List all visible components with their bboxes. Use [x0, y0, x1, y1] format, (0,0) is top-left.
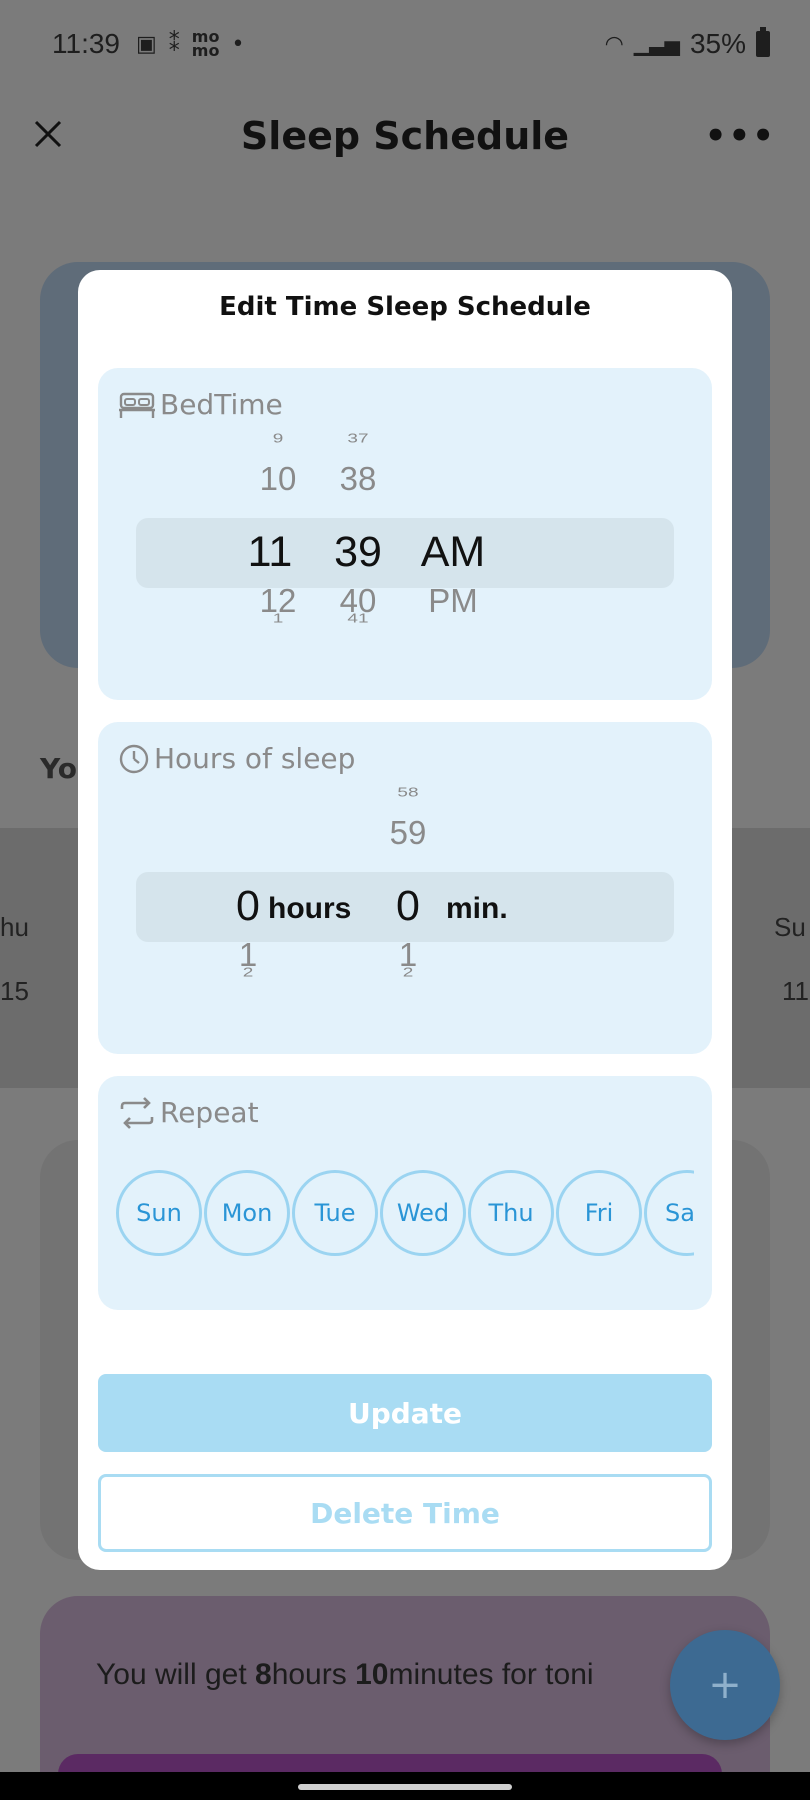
- wheel-value: 59: [389, 814, 427, 851]
- delete-time-button[interactable]: Delete Time: [98, 1474, 712, 1552]
- hours-of-sleep-panel: Hours of sleep 0 hours 1 2 58 59 0 min. …: [98, 722, 712, 1054]
- day-date-right: 11: [782, 976, 809, 1006]
- status-right: ◠ ▁▃▅ 35%: [604, 27, 770, 60]
- day-label-left: hu: [0, 912, 29, 942]
- status-time: 11:39: [52, 28, 120, 59]
- app-header: Sleep Schedule •••: [0, 96, 810, 186]
- section-label: Yo: [40, 752, 77, 785]
- more-options-icon[interactable]: •••: [705, 116, 776, 156]
- repeat-day-row: Sun Mon Tue Wed Thu Fri Sa: [116, 1166, 694, 1260]
- day-date-left: 15: [0, 976, 29, 1006]
- selected-hour: 11: [247, 528, 293, 576]
- selected-minute: 39: [334, 528, 382, 576]
- bedtime-panel: BedTime 9 10 11 12 1 37 38 39 40 41 AM P…: [98, 368, 712, 700]
- wheel-value: 1: [272, 611, 284, 626]
- home-handle[interactable]: [298, 1784, 512, 1790]
- wheel-value: 38: [339, 460, 377, 497]
- wheel-value: 2: [402, 965, 414, 980]
- wheel-value: PM: [428, 582, 478, 619]
- day-chip-fri[interactable]: Fri: [556, 1170, 642, 1256]
- navigation-bar: [0, 1772, 810, 1800]
- dot-icon: •: [231, 31, 245, 57]
- signal-icon: ▁▃▅: [633, 33, 680, 56]
- page-title: Sleep Schedule: [240, 114, 570, 158]
- bed-icon: [119, 392, 155, 418]
- wheel-value: 9: [272, 431, 284, 446]
- footprints-icon: ⁑: [168, 31, 180, 57]
- mo-icon: mo mo: [191, 27, 220, 60]
- wheel-value: 37: [347, 431, 369, 446]
- gallery-icon: ▣: [136, 31, 157, 57]
- status-bar: 11:39 ▣ ⁑ mo mo • ◠ ▁▃▅ 35%: [0, 0, 810, 96]
- wifi-icon: ◠: [604, 31, 624, 56]
- plus-icon: +: [708, 1662, 742, 1708]
- minutes-unit-label: min.: [446, 892, 508, 925]
- day-chip-wed[interactable]: Wed: [380, 1170, 466, 1256]
- day-chip-thu[interactable]: Thu: [468, 1170, 554, 1256]
- update-button[interactable]: Update: [98, 1374, 712, 1452]
- day-chip-tue[interactable]: Tue: [292, 1170, 378, 1256]
- clock-icon: [119, 744, 149, 773]
- wheel-value: 2: [242, 965, 254, 980]
- status-left-icons: ▣ ⁑ mo mo •: [136, 27, 245, 60]
- wheel-value: 58: [397, 785, 419, 800]
- repeat-icon: [120, 1096, 154, 1129]
- wheel-value: 41: [347, 611, 369, 626]
- selected-sleep-minutes: 0: [396, 882, 420, 930]
- repeat-label: Repeat: [118, 1096, 259, 1129]
- battery-icon: [756, 27, 770, 57]
- day-chip-sun[interactable]: Sun: [116, 1170, 202, 1256]
- hours-unit-label: hours: [268, 892, 352, 925]
- dialog-title: Edit Time Sleep Schedule: [219, 292, 591, 322]
- battery-level: 35%: [689, 28, 746, 59]
- sleep-summary-text: You will get 8hours 10minutes for toni: [96, 1658, 594, 1691]
- selected-period: AM: [420, 528, 486, 576]
- day-label-right: Su: [774, 912, 806, 942]
- edit-time-dialog: Edit Time Sleep Schedule BedTime 9 10 11…: [78, 270, 732, 1570]
- bedtime-label: BedTime: [118, 388, 283, 421]
- repeat-panel: Repeat Sun Mon Tue Wed Thu Fri Sa: [98, 1076, 712, 1310]
- day-chip-sat[interactable]: Sa: [644, 1170, 694, 1256]
- hours-of-sleep-label: Hours of sleep: [118, 742, 355, 775]
- add-schedule-button[interactable]: +: [670, 1630, 780, 1740]
- day-chip-mon[interactable]: Mon: [204, 1170, 290, 1256]
